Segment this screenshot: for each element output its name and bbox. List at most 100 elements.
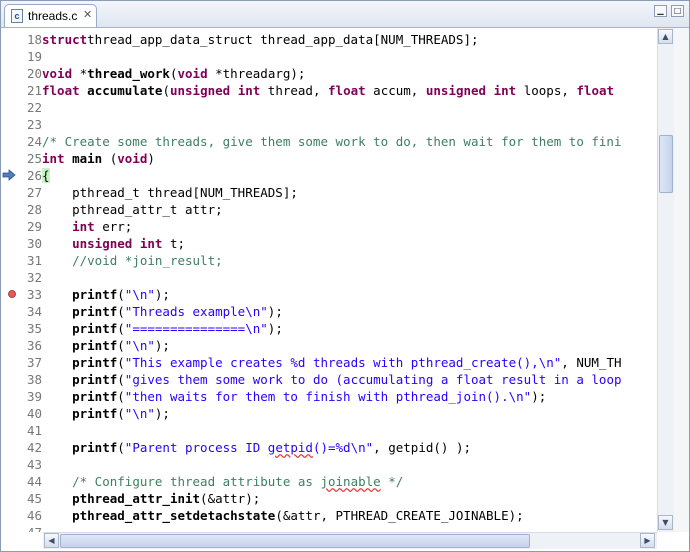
code-line[interactable]: 23 <box>19 116 42 133</box>
code-token: main <box>72 151 103 166</box>
code-line[interactable]: 25int main (void) <box>19 150 155 167</box>
code-line[interactable]: 46 pthread_attr_setdetachstate(&attr, PT… <box>19 507 524 524</box>
code-token: printf <box>72 304 118 319</box>
scroll-down-arrow-icon[interactable]: ▼ <box>658 515 673 530</box>
code-line[interactable]: 39 printf("then waits for them to finish… <box>19 388 546 405</box>
code-token: accumulate <box>87 83 163 98</box>
code-token: getpid <box>267 440 313 455</box>
code-line[interactable]: 36 printf("\n"); <box>19 337 170 354</box>
code-token: ); <box>154 406 170 421</box>
code-line[interactable]: 38 printf("gives them some work to do (a… <box>19 371 622 388</box>
code-line[interactable]: 27 pthread_t thread[NUM_THREADS]; <box>19 184 298 201</box>
code-token: "\n" <box>124 287 155 302</box>
code-line[interactable]: 21float accumulate(unsigned int thread, … <box>19 82 614 99</box>
code-line[interactable]: 37 printf("This example creates %d threa… <box>19 354 622 371</box>
line-number: 38 <box>26 372 42 387</box>
code-line[interactable]: 35 printf("===============\n"); <box>19 320 283 337</box>
code-line[interactable]: 45 pthread_attr_init(&attr); <box>19 490 260 507</box>
code-token: ( <box>162 83 170 98</box>
scroll-up-arrow-icon[interactable]: ▲ <box>658 29 673 44</box>
tab-label: threads.c <box>28 9 78 23</box>
code-line[interactable]: 34 printf("Threads example\n"); <box>19 303 283 320</box>
code-token: accum, <box>365 83 426 98</box>
code-token: int <box>42 151 65 166</box>
code-line[interactable]: 40 printf("\n"); <box>19 405 170 422</box>
code-token: "then waits for them to finish with pthr… <box>124 389 532 404</box>
code-token: ( <box>117 304 125 319</box>
code-line[interactable]: 44 /* Configure thread attribute as join… <box>19 473 403 490</box>
code-token: *threadarg); <box>207 66 306 81</box>
code-token: ); <box>154 338 170 353</box>
code-token: joinable <box>320 474 381 489</box>
code-token: thread_work <box>87 66 170 81</box>
code-line[interactable]: 29 int err; <box>19 218 132 235</box>
horizontal-scroll-thumb[interactable] <box>60 534 530 548</box>
tab-threads-c[interactable]: c threads.c ✕ <box>4 4 97 27</box>
vertical-scroll-thumb[interactable] <box>659 135 673 194</box>
code-line[interactable]: 20void *thread_work(void *threadarg); <box>19 65 306 82</box>
code-line[interactable]: 31 //void *join_result; <box>19 252 223 269</box>
breakpoint-icon[interactable] <box>8 290 16 298</box>
close-icon[interactable]: ✕ <box>83 8 92 21</box>
scroll-right-arrow-icon[interactable]: ▶ <box>640 533 655 548</box>
code-line[interactable]: 18structthread_app_data_struct thread_ap… <box>19 31 479 48</box>
line-number: 25 <box>26 151 42 166</box>
line-number: 37 <box>26 355 42 370</box>
line-number: 30 <box>26 236 42 251</box>
line-number: 32 <box>26 270 42 285</box>
line-number: 34 <box>26 304 42 319</box>
code-token: ( <box>117 338 125 353</box>
code-line[interactable]: 41 <box>19 422 42 439</box>
code-token: /* Create some threads, give them some w… <box>42 134 622 149</box>
minimize-button[interactable]: ▁ <box>654 5 667 17</box>
code-editor[interactable]: 18structthread_app_data_struct thread_ap… <box>19 28 657 532</box>
scroll-left-arrow-icon[interactable]: ◀ <box>44 533 59 548</box>
line-number: 39 <box>26 389 42 404</box>
code-line[interactable]: 28 pthread_attr_t attr; <box>19 201 223 218</box>
c-file-icon: c <box>11 9 23 23</box>
code-line[interactable]: 24/* Create some threads, give them some… <box>19 133 622 150</box>
code-line[interactable]: 26{ <box>19 167 50 184</box>
code-token: float <box>576 83 615 98</box>
line-number: 40 <box>26 406 42 421</box>
code-token: printf <box>72 372 118 387</box>
overview-ruler[interactable] <box>674 28 689 532</box>
code-line[interactable]: 42 printf("Parent process ID getpid()=%d… <box>19 439 471 456</box>
line-number: 31 <box>26 253 42 268</box>
code-token: pthread_t thread[NUM_THREADS]; <box>42 185 298 200</box>
code-token: t; <box>162 236 185 251</box>
line-number: 35 <box>26 321 42 336</box>
code-line[interactable]: 47 <box>19 524 42 532</box>
code-line[interactable]: 32 <box>19 269 42 286</box>
vertical-scrollbar[interactable]: ▲ ▼ <box>657 28 674 532</box>
editor-window: c threads.c ✕ ▁ □ 18structthread_app_dat… <box>0 0 690 552</box>
code-token: "\n" <box>124 338 155 353</box>
code-token: ( <box>117 372 125 387</box>
code-line[interactable]: 22 <box>19 99 42 116</box>
code-line[interactable]: 30 unsigned int t; <box>19 235 185 252</box>
line-number: 47 <box>19 524 42 532</box>
code-token: ( <box>117 389 125 404</box>
code-line[interactable]: 19 <box>19 48 42 65</box>
line-number: 42 <box>26 440 42 455</box>
code-token: ( <box>117 287 125 302</box>
code-token: thread, <box>260 83 329 98</box>
code-token: pthread_attr_setdetachstate <box>72 508 276 523</box>
code-token: ); <box>154 287 170 302</box>
horizontal-scrollbar[interactable]: ◀ ▶ <box>43 532 657 549</box>
maximize-button[interactable]: □ <box>671 5 684 17</box>
line-number: 41 <box>26 423 42 438</box>
code-line[interactable]: 43 <box>19 456 42 473</box>
annotation-ruler[interactable] <box>1 28 19 532</box>
code-token: /* Configure thread attribute as <box>72 474 321 489</box>
code-token: ); <box>531 389 547 404</box>
code-line[interactable]: 33 printf("\n"); <box>19 286 170 303</box>
